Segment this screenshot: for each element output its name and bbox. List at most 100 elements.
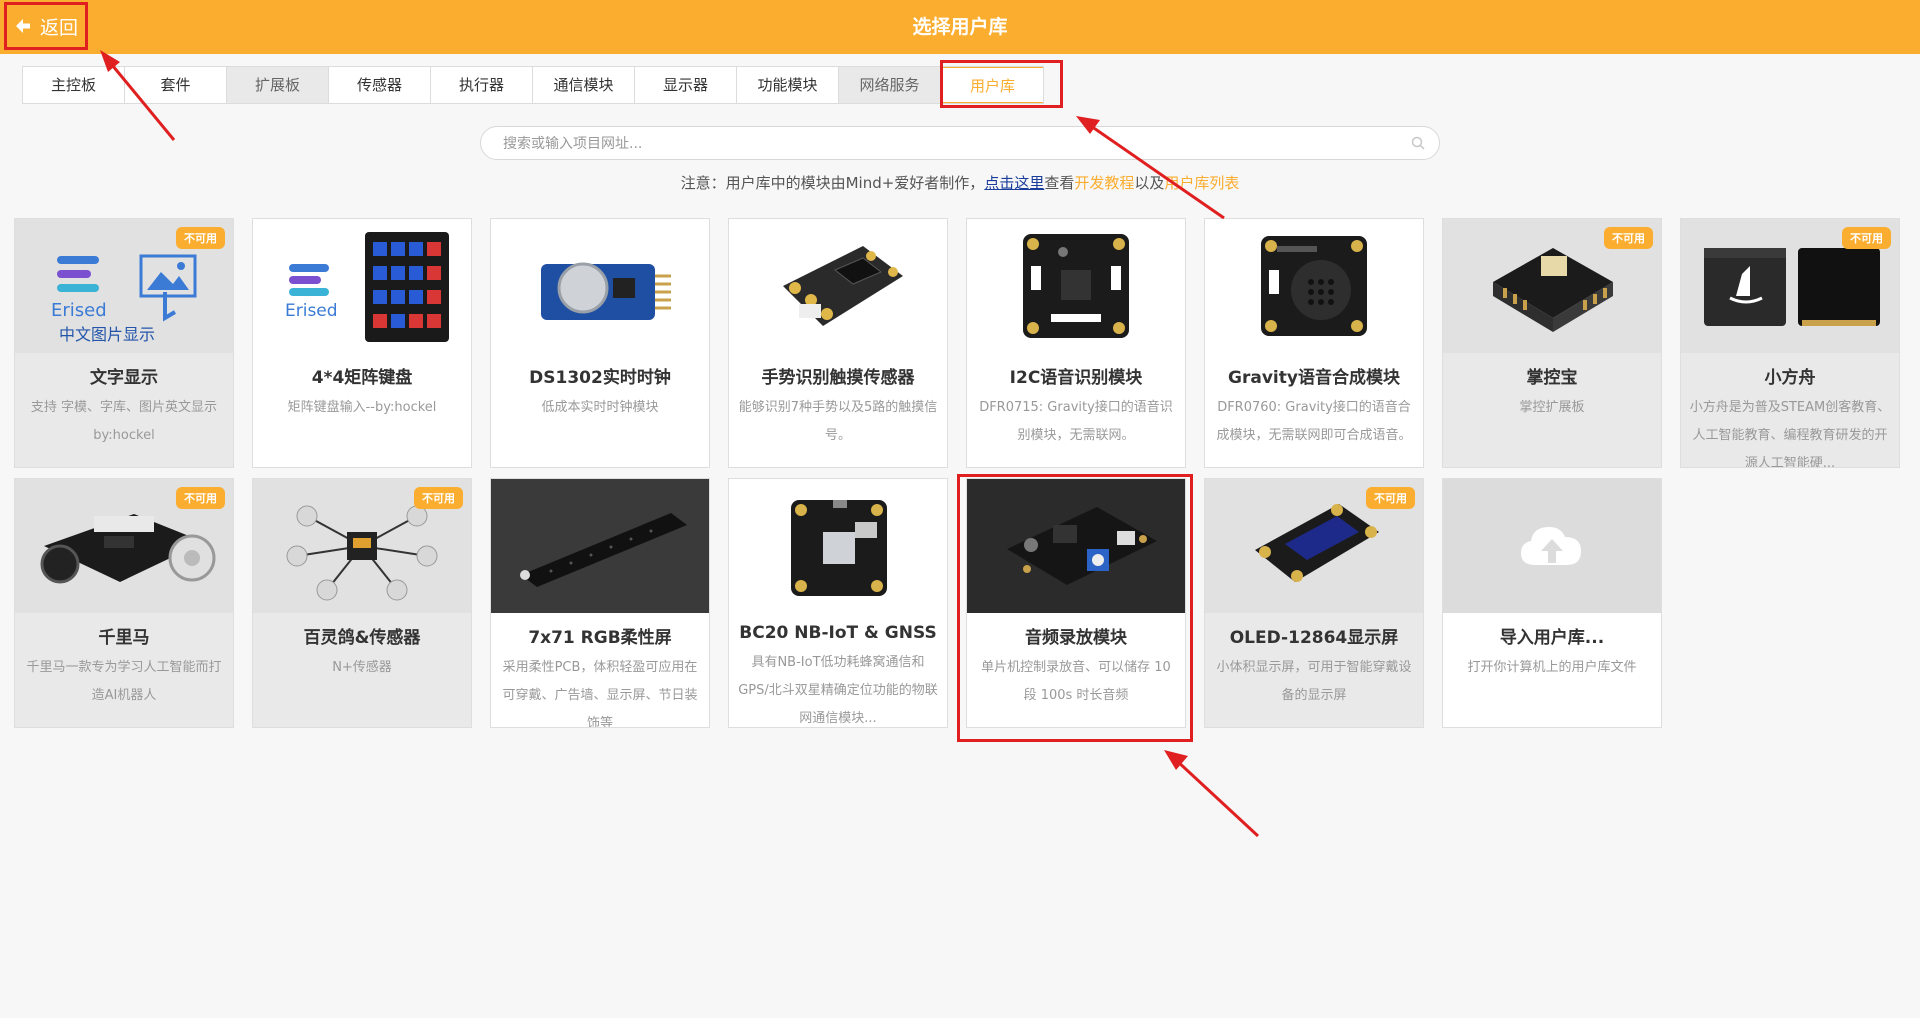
tab-sensors[interactable]: 传感器 (329, 67, 431, 103)
library-card[interactable]: 7x71 RGB柔性屏 采用柔性PCB，体积轻盈可应用在可穿戴、广告墙、显示屏、… (490, 478, 710, 728)
search-icon[interactable] (1411, 136, 1425, 150)
tab-main-board[interactable]: 主控板 (23, 67, 125, 103)
unavailable-badge: 不可用 (176, 487, 225, 509)
rtc-module-icon (541, 262, 671, 320)
card-description: 矩阵键盘输入--by:hockel (287, 400, 437, 415)
card-image: Erised (253, 219, 471, 353)
card-description: 小方舟是为普及STEAM创客教育、人工智能教育、编程教育研发的开源人工智能硬..… (1689, 400, 1891, 468)
card-title: 百灵鸽&传感器 (303, 628, 421, 648)
card-title: I2C语音识别模块 (1009, 368, 1143, 388)
library-card[interactable]: 不可用 OLED-12864显示屏 小体积显示屏，可用于智能穿戴设备的显示屏 (1204, 478, 1424, 728)
library-card[interactable]: BC20 NB-IoT & GNSS 具有NB-IoT低功耗蜂窝通信和GPS/北… (728, 478, 948, 728)
back-label: 返回 (39, 16, 78, 39)
card-description: 打开你计算机上的用户库文件 (1467, 660, 1637, 675)
card-title: 文字显示 (90, 368, 158, 388)
card-description: 具有NB-IoT低功耗蜂窝通信和GPS/北斗双星精确定位功能的物联网通信模块..… (738, 655, 938, 726)
card-title: 7x71 RGB柔性屏 (528, 628, 672, 648)
notice-middle: 查看 (1044, 174, 1075, 192)
annotation-arrow-card (1164, 750, 1260, 838)
card-title: 手势识别触摸传感器 (761, 368, 915, 388)
keypad-icon: Erised (285, 232, 449, 342)
card-image (1205, 219, 1423, 353)
speech-synthesis-icon (1261, 236, 1367, 336)
card-description: N+传感器 (332, 660, 392, 675)
import-library-card[interactable]: 导入用户库... 打开你计算机上的用户库文件 (1442, 478, 1662, 728)
card-description: 低成本实时时钟模块 (541, 400, 659, 415)
search-input[interactable] (501, 127, 1385, 161)
back-button[interactable]: 返回 (4, 2, 88, 50)
card-title: 4*4矩阵键盘 (311, 368, 413, 388)
top-bar (0, 0, 1920, 54)
library-card[interactable]: 不可用 千里马 千里马一款专为学习人工智能而打造AI机器人 (14, 478, 234, 728)
voice-recognition-icon (1023, 234, 1129, 338)
library-card[interactable]: Erised 4*4矩阵键盘 矩阵键盘输入--by:hockel (252, 218, 472, 468)
card-description: 小体积显示屏，可用于智能穿戴设备的显示屏 (1216, 660, 1412, 703)
card-description: 千里马一款专为学习人工智能而打造AI机器人 (26, 660, 222, 703)
card-image: Erised 中文图片显示 不可用 (15, 219, 233, 353)
unavailable-badge: 不可用 (1604, 227, 1653, 249)
card-title: 音频录放模块 (1025, 628, 1127, 648)
card-image: 不可用 (15, 479, 233, 613)
library-grid: Erised 中文图片显示 不可用 文字显示 支持 字模、字库、图片英文显示 b… (14, 218, 1900, 728)
user-library-list-link[interactable]: 用户库列表 (1164, 174, 1239, 192)
card-description: 单片机控制录放音、可以储存 10 段 100s 时长音频 (981, 660, 1171, 703)
search-bar (480, 126, 1440, 161)
library-card[interactable]: 不可用 百灵鸽&传感器 N+传感器 (252, 478, 472, 728)
card-image (967, 219, 1185, 353)
card-description: 能够识别7种手势以及5路的触摸信号。 (738, 400, 938, 443)
card-description: DFR0760: Gravity接口的语音合成模块，无需联网即可合成语音。 (1216, 400, 1412, 443)
card-description: 掌控扩展板 (1519, 400, 1585, 415)
unavailable-badge: 不可用 (1842, 227, 1891, 249)
card-image: 不可用 (1443, 219, 1661, 353)
card-description: 采用柔性PCB，体积轻盈可应用在可穿戴、广告墙、显示屏、节日装饰等 (502, 660, 698, 728)
click-here-link[interactable]: 点击这里 (984, 174, 1044, 192)
card-title: 导入用户库... (1499, 628, 1605, 648)
flexible-led-strip-icon (491, 479, 709, 613)
notice-prefix: 注意：用户库中的模块由Mind+爱好者制作， (680, 174, 985, 192)
card-image (729, 479, 947, 613)
card-description: 支持 字模、字库、图片英文显示 by:hockel (30, 400, 218, 443)
card-title: BC20 NB-IoT & GNSS (739, 623, 937, 643)
tab-actuators[interactable]: 执行器 (431, 67, 533, 103)
tab-expansion-board[interactable]: 扩展板 (227, 67, 329, 103)
card-image: 不可用 (1205, 479, 1423, 613)
library-card[interactable]: Gravity语音合成模块 DFR0760: Gravity接口的语音合成模块，… (1204, 218, 1424, 468)
card-image (1443, 479, 1661, 613)
library-card[interactable]: 音频录放模块 单片机控制录放音、可以储存 10 段 100s 时长音频 (966, 478, 1186, 728)
tab-communication[interactable]: 通信模块 (533, 67, 635, 103)
card-title: Gravity语音合成模块 (1228, 368, 1400, 388)
card-title: OLED-12864显示屏 (1229, 628, 1399, 648)
tab-displays[interactable]: 显示器 (635, 67, 737, 103)
library-card[interactable]: DS1302实时时钟 低成本实时时钟模块 (490, 218, 710, 468)
svg-text:中文图片显示: 中文图片显示 (59, 325, 155, 344)
card-title: 千里马 (98, 628, 150, 648)
svg-text:Erised: Erised (51, 300, 107, 321)
card-description: DFR0715: Gravity接口的语音识别模块，无需联网。 (979, 400, 1173, 443)
tab-network-services[interactable]: 网络服务 (839, 67, 941, 103)
library-card[interactable]: 不可用 小方舟 小方舟是为普及STEAM创客教育、人工智能教育、编程教育研发的开… (1680, 218, 1900, 468)
card-image: 不可用 (1681, 219, 1899, 353)
dev-tutorial-link[interactable]: 开发教程 (1074, 174, 1134, 192)
notice-text: 注意：用户库中的模块由Mind+爱好者制作，点击这里查看开发教程以及用户库列表 (0, 172, 1920, 193)
card-title: 小方舟 (1764, 368, 1816, 388)
library-card[interactable]: 手势识别触摸传感器 能够识别7种手势以及5路的触摸信号。 (728, 218, 948, 468)
card-image (491, 219, 709, 353)
card-title: DS1302实时时钟 (529, 368, 671, 388)
card-image (729, 219, 947, 353)
card-image (967, 479, 1185, 613)
library-card[interactable]: 不可用 掌控宝 掌控扩展板 (1442, 218, 1662, 468)
library-card[interactable]: I2C语音识别模块 DFR0715: Gravity接口的语音识别模块，无需联网… (966, 218, 1186, 468)
notice-connector: 以及 (1134, 174, 1165, 192)
card-image (491, 479, 709, 613)
nbiot-module-icon (791, 500, 887, 596)
library-card[interactable]: Erised 中文图片显示 不可用 文字显示 支持 字模、字库、图片英文显示 b… (14, 218, 234, 468)
tab-kits[interactable]: 套件 (125, 67, 227, 103)
unavailable-badge: 不可用 (1366, 487, 1415, 509)
card-image: 不可用 (253, 479, 471, 613)
unavailable-badge: 不可用 (176, 227, 225, 249)
cloud-upload-icon (1521, 527, 1581, 565)
tab-function-modules[interactable]: 功能模块 (737, 67, 839, 103)
tab-user-library[interactable]: 用户库 (941, 67, 1043, 103)
card-title: 掌控宝 (1526, 368, 1578, 388)
svg-text:Erised: Erised (285, 301, 338, 321)
